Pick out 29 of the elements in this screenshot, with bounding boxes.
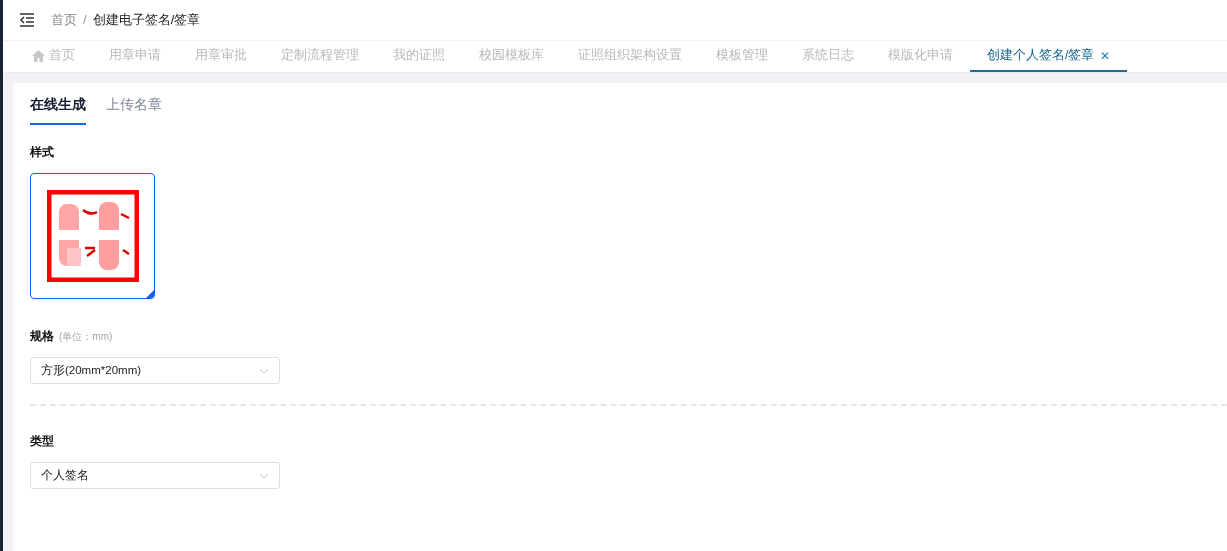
field-label: 规格 xyxy=(30,328,54,346)
menu-icon[interactable] xyxy=(19,13,35,27)
unit-hint: (单位：mm) xyxy=(59,330,113,345)
type-select[interactable]: 个人签名 xyxy=(30,462,280,490)
tab[interactable]: 我的证照 xyxy=(376,41,462,72)
chevron-down-icon xyxy=(259,472,269,479)
field-label: 类型 xyxy=(30,433,55,451)
tab[interactable]: 首页 xyxy=(15,41,92,72)
field-label: 样式 xyxy=(30,144,55,162)
tab[interactable]: 用章审批 xyxy=(178,41,264,72)
breadcrumb-item: 创建电子签名/签章 xyxy=(92,11,201,30)
tab[interactable]: 校园模板库 xyxy=(462,41,561,72)
tab[interactable]: 模板管理 xyxy=(699,41,785,72)
tab[interactable]: 系统日志 xyxy=(785,41,871,72)
close-icon[interactable]: ✕ xyxy=(1100,46,1111,65)
tab[interactable]: 定制流程管理 xyxy=(264,41,376,72)
style-option[interactable] xyxy=(30,173,155,300)
chevron-down-icon xyxy=(259,367,269,374)
tab[interactable]: 在线生成 xyxy=(30,95,86,126)
selected-corner-icon xyxy=(146,290,154,299)
tab[interactable]: 证照组织架构设置 xyxy=(561,41,699,72)
breadcrumb-separator: / xyxy=(83,11,87,30)
size-select[interactable]: 方形(20mm*20mm) xyxy=(30,357,280,385)
tab[interactable]: 上传名章 xyxy=(106,95,162,126)
home-icon xyxy=(32,49,45,62)
tab[interactable]: 模版化申请 xyxy=(871,41,970,72)
tab[interactable]: 创建个人签名/签章 ✕ xyxy=(970,41,1128,72)
breadcrumb-item[interactable]: 首页 xyxy=(51,10,77,30)
tab[interactable]: 用章申请 xyxy=(92,41,178,72)
